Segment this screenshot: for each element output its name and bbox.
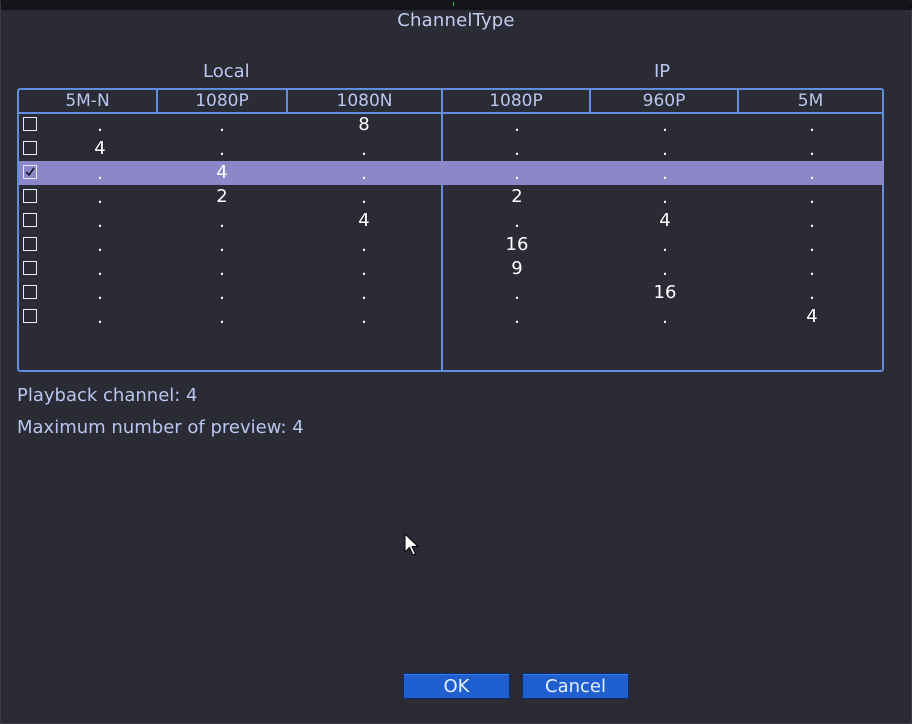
table-cell: . bbox=[361, 163, 367, 184]
table-cell: . bbox=[662, 163, 668, 184]
ok-button[interactable]: OK bbox=[403, 673, 510, 699]
top-tick bbox=[453, 2, 454, 6]
row-checkbox[interactable] bbox=[23, 189, 37, 203]
table-cell: . bbox=[809, 283, 815, 304]
table-cell: . bbox=[361, 283, 367, 304]
row-checkbox[interactable] bbox=[23, 261, 37, 275]
table-cell: . bbox=[219, 259, 225, 280]
table-cell: . bbox=[97, 163, 103, 184]
table-cell: . bbox=[809, 163, 815, 184]
table-cell: . bbox=[97, 283, 103, 304]
table-cell: . bbox=[361, 259, 367, 280]
table-cell: . bbox=[97, 211, 103, 232]
table-cell: . bbox=[97, 235, 103, 256]
table-cell: . bbox=[809, 235, 815, 256]
table-cell: . bbox=[219, 211, 225, 232]
table-cell: . bbox=[97, 187, 103, 208]
table-cell: . bbox=[514, 283, 520, 304]
table-cell: . bbox=[662, 187, 668, 208]
table-row[interactable]: ..... 4 bbox=[19, 305, 884, 329]
row-checkbox[interactable] bbox=[23, 309, 37, 323]
row-checkbox[interactable] bbox=[23, 117, 37, 131]
cancel-button[interactable]: Cancel bbox=[522, 673, 629, 699]
column-header-5m-n: 5M-N bbox=[65, 91, 110, 111]
table-cell: . bbox=[809, 211, 815, 232]
table-cell: . bbox=[662, 307, 668, 328]
table-cell: . bbox=[662, 259, 668, 280]
table-cell: 16 bbox=[653, 282, 677, 303]
table-cell: . bbox=[809, 187, 815, 208]
table-cell: . bbox=[514, 115, 520, 136]
local-group-label: Local bbox=[203, 61, 250, 82]
table-cell: . bbox=[809, 259, 815, 280]
table-cell: . bbox=[219, 307, 225, 328]
table-cell: 8 bbox=[358, 114, 370, 135]
table-cell: 4 bbox=[94, 138, 106, 159]
table-row[interactable]: . 4.... bbox=[19, 161, 884, 185]
table-row[interactable]: .... 16. bbox=[19, 281, 884, 305]
table-cell: . bbox=[219, 139, 225, 160]
table-cell: . bbox=[662, 115, 668, 136]
row-checkbox[interactable] bbox=[23, 213, 37, 227]
table-cell: . bbox=[219, 235, 225, 256]
table-cell: 2 bbox=[511, 186, 523, 207]
table-row[interactable]: ... 16.. bbox=[19, 233, 884, 257]
table-cell: 9 bbox=[511, 258, 523, 279]
table-cell: . bbox=[361, 139, 367, 160]
table-cell: 4 bbox=[806, 306, 818, 327]
table-row[interactable]: 4..... bbox=[19, 137, 884, 161]
table-cell: . bbox=[219, 283, 225, 304]
checkmark-icon bbox=[25, 167, 35, 177]
table-cell: 4 bbox=[216, 162, 228, 183]
table-cell: . bbox=[514, 163, 520, 184]
table-cell: . bbox=[219, 115, 225, 136]
top-bar bbox=[1, 2, 912, 10]
table-cell: . bbox=[361, 187, 367, 208]
column-header-5m: 5M bbox=[797, 91, 824, 111]
table-cell: . bbox=[662, 139, 668, 160]
table-row[interactable]: .. 4. 4. bbox=[19, 209, 884, 233]
column-header-local-1080p: 1080P bbox=[195, 91, 249, 111]
row-checkbox[interactable] bbox=[23, 141, 37, 155]
table-row[interactable]: ... 9.. bbox=[19, 257, 884, 281]
table-cell: . bbox=[809, 115, 815, 136]
table-row[interactable]: .. 8... bbox=[19, 113, 884, 137]
playback-channel-text: Playback channel: 4 bbox=[17, 385, 198, 406]
table-cell: . bbox=[809, 139, 815, 160]
table-cell: . bbox=[662, 235, 668, 256]
column-header-1080n: 1080N bbox=[336, 91, 393, 111]
table-cell: 4 bbox=[659, 210, 671, 231]
row-checkbox[interactable] bbox=[23, 165, 37, 179]
table-cell: 16 bbox=[505, 234, 529, 255]
dialog-title: ChannelType bbox=[397, 10, 515, 31]
row-checkbox[interactable] bbox=[23, 285, 37, 299]
table-cell: . bbox=[361, 235, 367, 256]
table-cell: . bbox=[361, 307, 367, 328]
max-preview-text: Maximum number of preview: 4 bbox=[17, 417, 304, 438]
table-cell: 4 bbox=[358, 210, 370, 231]
table-cell: . bbox=[97, 259, 103, 280]
table-cell: 2 bbox=[216, 186, 228, 207]
table-cell: . bbox=[514, 211, 520, 232]
mouse-cursor-icon bbox=[404, 533, 420, 556]
column-header-ip-1080p: 1080P bbox=[489, 91, 543, 111]
table-cell: . bbox=[514, 139, 520, 160]
row-checkbox[interactable] bbox=[23, 237, 37, 251]
table-cell: . bbox=[97, 307, 103, 328]
table-cell: . bbox=[514, 307, 520, 328]
column-header-960p: 960P bbox=[642, 91, 686, 111]
ip-group-label: IP bbox=[654, 61, 671, 82]
table-cell: . bbox=[97, 115, 103, 136]
table-row[interactable]: . 2. 2.. bbox=[19, 185, 884, 209]
